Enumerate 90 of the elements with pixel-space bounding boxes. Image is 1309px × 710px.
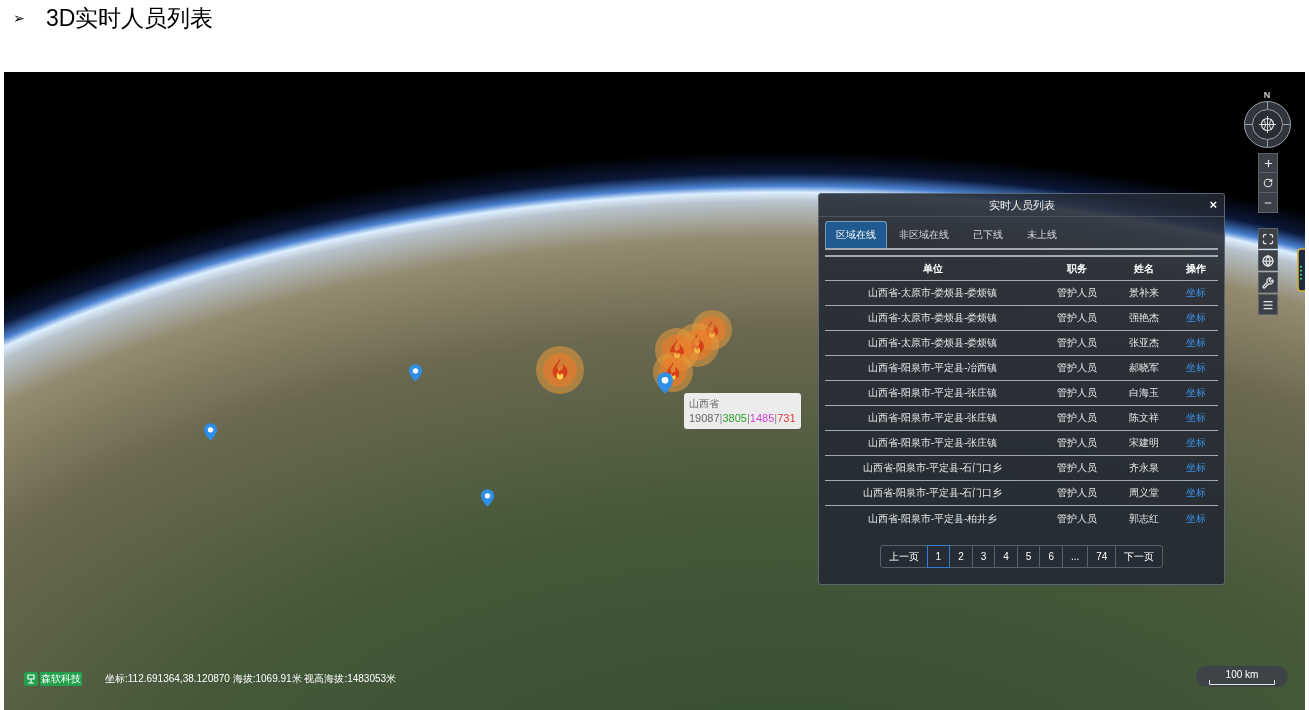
plus-icon	[1262, 157, 1274, 169]
coordinates-readout: 坐标:112.691364,38.120870 海拔:1069.91米 视高海拔:1483053米	[105, 672, 397, 686]
table-cell: 山西省-阳泉市-平定县-冶西镇	[867, 362, 998, 374]
column-header: 单位	[922, 262, 943, 275]
rotate-icon	[1263, 177, 1273, 188]
table-cell: 管护人员	[1057, 337, 1097, 349]
table-cell: 管护人员	[1057, 362, 1097, 374]
table-cell: 齐永泉	[1129, 462, 1159, 474]
tab[interactable]: 区域在线	[825, 221, 887, 248]
fire-marker-icon[interactable]	[692, 310, 732, 350]
table-cell: 管护人员	[1057, 512, 1097, 525]
coordinate-link[interactable]: 坐标	[1186, 487, 1206, 499]
fire-marker-icon[interactable]	[536, 346, 584, 394]
page-button[interactable]: 2	[949, 545, 973, 568]
page-button[interactable]: 4	[994, 545, 1018, 568]
table-cell: 景补来	[1129, 287, 1159, 299]
column-header: 姓名	[1134, 262, 1154, 275]
table-cell: 管护人员	[1057, 462, 1097, 474]
tab[interactable]: 已下线	[961, 221, 1015, 248]
arrow-bullet: ➢	[13, 9, 26, 28]
fullscreen-icon	[1262, 232, 1274, 245]
side-tab-icon[interactable]	[1297, 248, 1305, 292]
table-cell: 郝晓军	[1129, 362, 1159, 374]
table-cell: 管护人员	[1057, 287, 1097, 299]
table-cell: 强艳杰	[1129, 312, 1159, 324]
table-cell: 山西省-阳泉市-平定县-石门口乡	[862, 462, 1003, 474]
coordinate-link[interactable]: 坐标	[1186, 512, 1206, 525]
menu-button[interactable]	[1258, 294, 1278, 315]
compass-north-label: N	[1262, 90, 1272, 100]
scale-label: 100 km	[1225, 668, 1259, 680]
table-cell: 陈文祥	[1129, 412, 1159, 424]
tab[interactable]: 未上线	[1015, 221, 1069, 248]
zoom-out-button[interactable]	[1258, 193, 1278, 213]
coordinate-link[interactable]: 坐标	[1186, 387, 1206, 399]
table-cell: 郭志红	[1129, 512, 1159, 525]
table-cell: 山西省-阳泉市-平定县-张庄镇	[867, 412, 998, 424]
column-header: 职务	[1067, 262, 1087, 275]
tab[interactable]: 非区域在线	[887, 221, 961, 248]
page-button[interactable]: 5	[1016, 545, 1041, 568]
table-cell: 宋建明	[1129, 437, 1159, 449]
table-cell: 管护人员	[1057, 412, 1097, 424]
globe-button[interactable]	[1258, 250, 1278, 271]
table-cell: 周义堂	[1129, 487, 1159, 499]
page-button[interactable]: 74	[1087, 545, 1117, 568]
menu-icon	[1262, 298, 1274, 311]
reset-view-button[interactable]	[1258, 173, 1278, 193]
page-button[interactable]: 1	[926, 545, 951, 568]
close-button[interactable]: ×	[1207, 197, 1219, 213]
table-cell: 山西省-阳泉市-平定县-张庄镇	[867, 437, 998, 449]
globe-icon	[1262, 254, 1274, 267]
coordinate-link[interactable]: 坐标	[1186, 287, 1206, 299]
table-cell: 张亚杰	[1129, 337, 1159, 349]
zoom-in-button[interactable]	[1258, 153, 1278, 173]
page-button[interactable]: 下一页	[1115, 545, 1164, 568]
table-cell: 管护人员	[1057, 312, 1097, 324]
coordinate-link[interactable]: 坐标	[1186, 412, 1206, 424]
scale-ruler-icon	[1209, 679, 1275, 685]
tooltip-title: 山西省	[689, 396, 719, 411]
map-pin-icon[interactable]	[481, 489, 494, 507]
fullscreen-button[interactable]	[1258, 228, 1278, 249]
table-cell: 白海玉	[1129, 387, 1159, 399]
table-cell: 山西省-阳泉市-平定县-张庄镇	[867, 387, 998, 399]
page-button[interactable]: 3	[971, 545, 996, 568]
table-cell: 山西省-阳泉市-平定县-石门口乡	[862, 487, 1003, 499]
logo-icon	[24, 672, 38, 686]
section-heading: 3D实时人员列表	[46, 4, 214, 33]
map-pin-icon[interactable]	[204, 423, 217, 441]
coordinate-link[interactable]: 坐标	[1186, 337, 1206, 349]
map-pin-icon[interactable]	[657, 372, 673, 394]
table-cell: 山西省-阳泉市-平定县-柏井乡	[867, 512, 998, 525]
table-cell: 管护人员	[1057, 387, 1097, 399]
tooltip-counts: 19087|3805|1485|731	[689, 410, 796, 426]
table-cell: 山西省-太原市-娄烦县-娄烦镇	[867, 337, 998, 349]
coordinate-link[interactable]: 坐标	[1186, 312, 1206, 324]
table-cell: 管护人员	[1057, 487, 1097, 499]
brand-name: 森软科技	[40, 672, 82, 686]
page-button[interactable]: 6	[1039, 545, 1063, 568]
table-cell: 管护人员	[1057, 437, 1097, 449]
table-cell: 山西省-太原市-娄烦县-娄烦镇	[867, 312, 998, 324]
column-header: 操作	[1186, 262, 1206, 275]
page-button[interactable]: 上一页	[879, 545, 928, 568]
coordinate-link[interactable]: 坐标	[1186, 362, 1206, 374]
tools-button[interactable]	[1258, 272, 1278, 293]
panel-title: 实时人员列表	[988, 198, 1055, 212]
wrench-icon	[1262, 276, 1274, 289]
compass-icon[interactable]	[1244, 101, 1291, 148]
coordinate-link[interactable]: 坐标	[1186, 437, 1206, 449]
map-pin-icon[interactable]	[409, 364, 422, 382]
table-cell: 山西省-太原市-娄烦县-娄烦镇	[867, 287, 998, 299]
coordinate-link[interactable]: 坐标	[1186, 462, 1206, 474]
